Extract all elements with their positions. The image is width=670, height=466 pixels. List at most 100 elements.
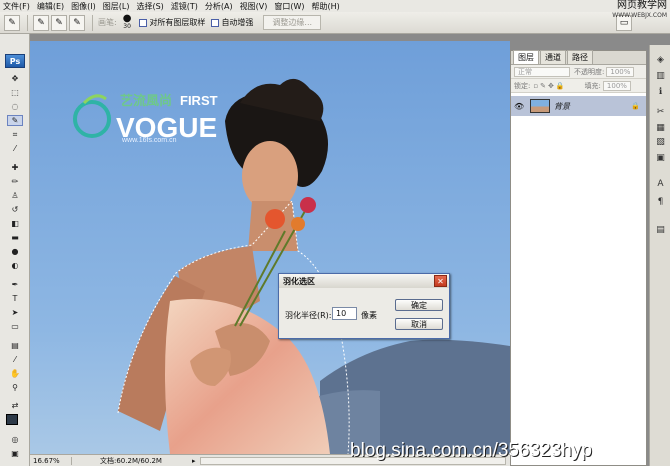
notes-tool-icon[interactable]: ▤	[7, 340, 23, 351]
menu-window[interactable]: 窗口(W)	[274, 1, 304, 12]
menu-select[interactable]: 选择(S)	[136, 1, 163, 12]
eye-icon[interactable]: 👁	[514, 102, 526, 111]
hand-tool-icon[interactable]: ✋	[7, 368, 23, 379]
lock-label: 锁定:	[514, 81, 531, 90]
close-icon[interactable]: ✕	[434, 275, 447, 287]
panel-tabs: 图层 通道 路径	[511, 50, 646, 65]
document-canvas[interactable]: 艺流風尚 FIRST VOGUE www.16fs.com.cn	[30, 41, 510, 454]
gradient-tool-icon[interactable]: ▬	[7, 232, 23, 243]
menu-file[interactable]: 文件(F)	[3, 1, 30, 12]
healing-brush-icon[interactable]: ✚	[7, 162, 23, 173]
logo-brand-cn: 艺流風尚	[120, 93, 172, 108]
toolbox: Ps ✥ ⬚ ◌ ✎ ⌗ ⁄ ✚ ✏ ♙ ↺ ◧ ▬ ● ◐ ✒ T ➤ ▭ ▤…	[0, 34, 30, 466]
subtract-selection-icon[interactable]: ✎	[69, 14, 85, 31]
tool-presets-icon[interactable]: ▤	[653, 223, 668, 236]
menu-image[interactable]: 图像(I)	[71, 1, 96, 12]
feather-selection-dialog: 羽化选区 ✕ 羽化半径(R): 10 像素 确定 取消	[278, 273, 450, 339]
brush-picker[interactable]: ● 30	[123, 13, 132, 31]
quick-mask-icon[interactable]: ◎	[7, 434, 23, 445]
foreground-color-swatch[interactable]	[6, 414, 18, 425]
sample-all-layers-checkbox[interactable]: 对所有图层取样	[139, 17, 205, 28]
menu-layer[interactable]: 图层(L)	[103, 1, 130, 12]
brush-size: 30	[123, 22, 131, 30]
swatches-icon[interactable]: ▧	[653, 135, 668, 148]
fill-field[interactable]: 100%	[602, 80, 631, 91]
blend-row: 正常 不透明度: 100%	[511, 65, 646, 79]
tab-layers[interactable]: 图层	[513, 50, 539, 64]
eyedropper-2-icon[interactable]: ⁄	[7, 354, 23, 365]
paragraph-icon[interactable]: ¶	[653, 195, 668, 208]
refine-edge-button[interactable]: 调整边缘...	[263, 15, 322, 30]
brush-label: 画笔:	[98, 18, 117, 27]
pen-tool-icon[interactable]: ✒	[7, 279, 23, 290]
auto-enhance-checkbox[interactable]: 自动增强	[211, 17, 253, 28]
ok-button[interactable]: 确定	[395, 299, 443, 311]
status-arrow-icon[interactable]: ▸	[192, 457, 196, 465]
tool-preset-icon[interactable]: ✎	[4, 14, 20, 31]
blog-watermark: blog.sina.com.cn/356323hyp	[350, 440, 592, 461]
type-tool-icon[interactable]: T	[7, 293, 23, 304]
logo-first: FIRST	[180, 93, 218, 108]
dodge-tool-icon[interactable]: ◐	[7, 260, 23, 271]
new-selection-icon[interactable]: ✎	[33, 14, 49, 31]
auto-enhance-label: 自动增强	[221, 18, 254, 27]
divider	[92, 14, 93, 31]
add-to-selection-icon[interactable]: ✎	[51, 14, 67, 31]
menu-edit[interactable]: 编辑(E)	[37, 1, 64, 12]
lock-icons[interactable]: ▫✎✥🔒	[533, 82, 566, 90]
marquee-tool-icon[interactable]: ⬚	[7, 87, 23, 98]
blur-tool-icon[interactable]: ●	[7, 246, 23, 257]
face	[242, 141, 298, 211]
history-brush-icon[interactable]: ↺	[7, 204, 23, 215]
screen-mode-icon[interactable]: ▣	[7, 448, 23, 459]
dialog-title: 羽化选区	[279, 274, 449, 288]
opacity-field[interactable]: 100%	[606, 66, 635, 77]
tab-channels[interactable]: 通道	[540, 50, 566, 64]
menu-filter[interactable]: 滤镜(T)	[171, 1, 198, 12]
checkbox-icon	[211, 18, 220, 27]
site-watermark: 网页教学网 WWW.WEBJX.COM	[612, 1, 667, 21]
zoom-level[interactable]: 16.67%	[30, 456, 72, 465]
checkbox-icon	[139, 18, 148, 27]
menu-help[interactable]: 帮助(H)	[312, 1, 340, 12]
character-icon[interactable]: A	[653, 177, 668, 190]
lasso-tool-icon[interactable]: ◌	[7, 101, 23, 112]
cancel-button[interactable]: 取消	[395, 318, 443, 330]
move-tool-icon[interactable]: ✥	[7, 73, 23, 84]
layers-panel: 图层 通道 路径 正常 不透明度: 100% 锁定: ▫✎✥🔒 填充: 100%…	[510, 50, 647, 466]
lock-row: 锁定: ▫✎✥🔒 填充: 100%	[511, 79, 646, 93]
tab-paths[interactable]: 路径	[567, 50, 593, 64]
lock-icon: 🔒	[631, 102, 640, 110]
feather-radius-input[interactable]: 10	[332, 307, 357, 320]
menu-bar: 文件(F) 编辑(E) 图像(I) 图层(L) 选择(S) 滤镜(T) 分析(A…	[0, 0, 670, 12]
zoom-tool-icon[interactable]: ⚲	[7, 382, 23, 393]
sample-all-layers-label: 对所有图层取样	[149, 18, 206, 27]
histogram-icon[interactable]: ▥	[653, 69, 668, 82]
info-icon[interactable]: ℹ	[653, 85, 668, 98]
brush-tool-icon[interactable]: ✏	[7, 176, 23, 187]
watermark-title: 网页教学网	[617, 0, 667, 11]
history-icon[interactable]: ✂	[653, 105, 668, 118]
layer-row[interactable]: 👁 背景 🔒	[511, 96, 646, 116]
eraser-tool-icon[interactable]: ◧	[7, 218, 23, 229]
navigator-icon[interactable]: ◈	[653, 53, 668, 66]
document-size: 文档:60.2M/60.2M	[100, 456, 162, 465]
styles-icon[interactable]: ▣	[653, 151, 668, 164]
layer-thumbnail	[530, 99, 550, 113]
divider	[27, 14, 28, 31]
crop-tool-icon[interactable]: ⌗	[7, 129, 23, 140]
swap-colors-icon[interactable]: ⇄	[7, 400, 23, 411]
panel-dock: ◈ ▥ ℹ ✂ ▦ ▧ ▣ A ¶ ▤	[649, 45, 670, 466]
photoshop-logo: Ps	[5, 54, 25, 68]
path-selection-icon[interactable]: ➤	[7, 307, 23, 318]
menu-view[interactable]: 视图(V)	[240, 1, 268, 12]
blend-mode-select[interactable]: 正常	[514, 66, 570, 77]
clone-stamp-icon[interactable]: ♙	[7, 190, 23, 201]
menu-analysis[interactable]: 分析(A)	[205, 1, 233, 12]
pixels-unit-label: 像素	[361, 311, 377, 320]
eyedropper-tool-icon[interactable]: ⁄	[7, 143, 23, 154]
logo-site-url: www.16fs.com.cn	[122, 137, 177, 144]
quick-selection-tool-icon[interactable]: ✎	[7, 115, 23, 126]
shape-tool-icon[interactable]: ▭	[7, 321, 23, 332]
actions-icon[interactable]: ▦	[653, 121, 668, 134]
